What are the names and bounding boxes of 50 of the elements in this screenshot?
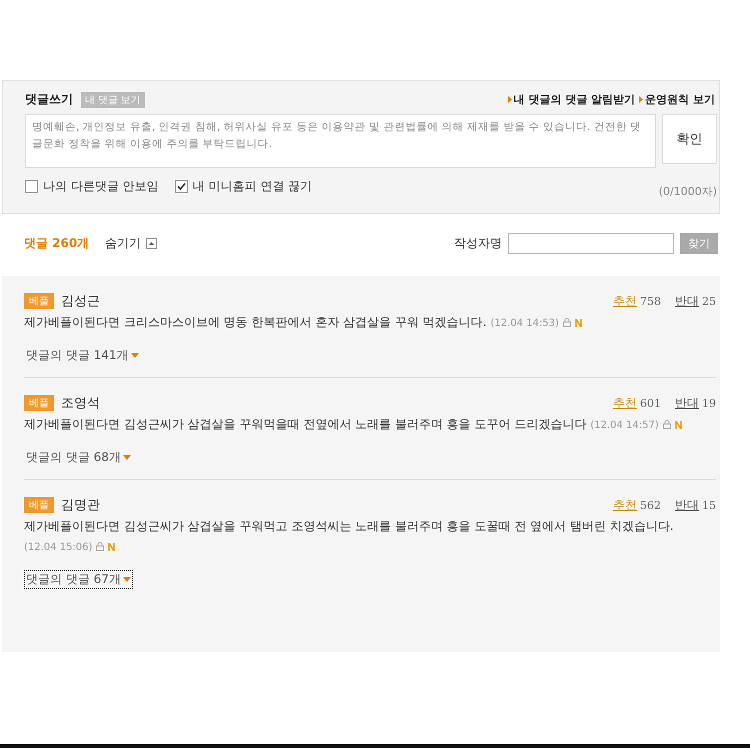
recommend-count: 601	[640, 396, 661, 410]
caret-icon	[130, 353, 139, 358]
checkbox[interactable]	[25, 180, 38, 193]
new-icon	[574, 318, 582, 327]
checkbox-label: 나의 다른댓글 안보임	[43, 178, 159, 195]
chevron-icon	[508, 96, 512, 103]
oppose-link[interactable]: 반대	[675, 294, 699, 308]
comment-count: 댓글 260개	[24, 234, 90, 252]
new-icon	[108, 542, 116, 551]
oppose-link[interactable]: 반대	[675, 396, 699, 410]
checkbox[interactable]	[174, 180, 188, 193]
hide-link[interactable]: 숨기기	[105, 234, 142, 252]
replies-link[interactable]: 댓글의 댓글 67개	[24, 570, 133, 589]
collapse-icon[interactable]	[146, 238, 158, 248]
comment-input-field[interactable]: 명예훼손, 개인정보 유출, 인격권 침해, 허위사실 유포 등은 이용약관 및 관련법률에 의해 제재를 받을 수 있습니다. 건전한 댓글문화 정착을 위해 이용에 주의를 부탁드립니다.	[25, 114, 656, 168]
recommend-count: 562	[640, 498, 661, 512]
author-name: 조영석	[61, 395, 100, 412]
oppose-count: 25	[702, 294, 716, 308]
oppose-link[interactable]: 반대	[675, 498, 699, 512]
section-title: 댓글쓰기	[25, 91, 73, 108]
comment-text: 제가베플이된다면 김성근씨가 삼겹살을 꾸워먹고 조영석씨는 노래를 불러주며 흥을 도꿀때 전 옆에서 탬버린 치겠습니다.	[24, 518, 674, 535]
oppose-count: 19	[702, 396, 716, 410]
recommend-count: 758	[640, 294, 661, 308]
new-icon	[674, 420, 682, 429]
comment-text: 제가베플이된다면 김성근씨가 삼겹살을 꾸워먹을때 전옆에서 노래를 불러주며 흥을 도꾸어 드리겠습니다	[24, 416, 586, 433]
author-name: 김성근	[61, 293, 100, 310]
author-label: 작성자명	[454, 234, 502, 252]
submit-button[interactable]: 확인	[662, 114, 717, 164]
checkbox-label: 내 미니홈피 연결 끊기	[192, 178, 312, 195]
header-link[interactable]: 운영원칙 보기	[645, 92, 715, 107]
lock-icon	[562, 318, 572, 328]
comment-time: (12.04 14:53)	[490, 318, 559, 329]
lock-icon	[662, 420, 672, 430]
best-badge: 베플	[24, 395, 54, 411]
chevron-icon	[639, 96, 644, 103]
best-badge: 베플	[24, 497, 54, 513]
comment-text: 제가베플이된다면 크리스마스이브에 명동 한복판에서 혼자 삼겹살을 꾸워 먹겠습니다.	[24, 314, 487, 331]
author-name: 김명관	[61, 497, 100, 514]
comment-time: (12.04 14:57)	[590, 420, 659, 431]
lock-icon	[95, 542, 106, 552]
caret-icon	[122, 577, 131, 582]
oppose-count: 15	[702, 498, 716, 512]
best-badge: 베플	[24, 293, 54, 309]
replies-link[interactable]: 댓글의 댓글 141개	[24, 346, 141, 365]
comment-time: (12.04 15:06)	[24, 542, 92, 553]
char-counter: (0/1000자)	[658, 184, 717, 199]
header-link[interactable]: 내 댓글의 댓글 알림받기	[514, 92, 636, 107]
replies-link[interactable]: 댓글의 댓글 68개	[24, 448, 133, 467]
caret-icon	[122, 455, 131, 460]
author-search-field[interactable]	[508, 232, 674, 254]
